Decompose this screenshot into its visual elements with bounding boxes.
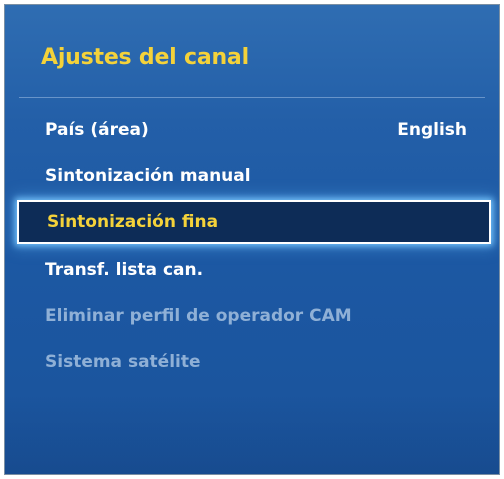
menu-item-delete-cam-operator-profile: Eliminar perfil de operador CAM [19,295,485,337]
menu-item-label: Transf. lista can. [45,260,204,280]
menu-item-channel-list-transfer[interactable]: Transf. lista can. [19,249,485,291]
channel-settings-panel: Ajustes del canal País (área) English Si… [4,4,500,475]
menu-title: Ajustes del canal [41,45,249,70]
menu-item-label: Sintonización manual [45,166,251,186]
menu-item-label: País (área) [45,120,149,140]
menu-item-label: Sintonización fina [47,212,219,232]
menu-item-manual-tuning[interactable]: Sintonización manual [19,155,485,197]
menu-item-country-area[interactable]: País (área) English [19,109,485,151]
title-divider [19,97,485,98]
menu-item-satellite-system: Sistema satélite [19,341,485,383]
menu-item-fine-tuning[interactable]: Sintonización fina [17,200,491,244]
menu-item-label: Sistema satélite [45,352,201,372]
menu-item-value: English [397,120,467,140]
menu-item-label: Eliminar perfil de operador CAM [45,306,352,326]
